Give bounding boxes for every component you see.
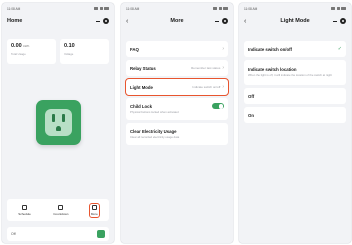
menu-item-clear-usage[interactable]: Clear Electricity Usage Clear all record… (126, 123, 228, 145)
plug-icon (45, 109, 72, 136)
timer-icon (58, 204, 64, 210)
chevron-right-icon: › (222, 64, 224, 71)
wifi-icon (336, 7, 340, 10)
option-off[interactable]: Off (244, 88, 346, 104)
stat-card-usage: 0.00 kWh Total Usage (7, 39, 56, 64)
signal-icon (331, 7, 335, 10)
menu-description: Clear all recorded electricity usage dat… (130, 134, 180, 139)
power-row[interactable]: Off (7, 227, 109, 241)
light-mode-options: Indicate switch on/off ✓ Indicate switch… (244, 41, 346, 126)
option-label: Off (248, 93, 255, 99)
stat-caption: Voltage (64, 52, 74, 56)
check-icon: ✓ (337, 45, 342, 52)
power-label: Off (11, 232, 16, 236)
menu-item-light-mode[interactable]: Light Mode Indicate switch on/off › (125, 78, 229, 96)
action-bar: Schedule Countdown More (7, 199, 109, 221)
page-title: Light Mode (280, 18, 310, 24)
option-indicate-location[interactable]: Indicate switch location When the light … (244, 60, 346, 85)
minus-icon[interactable] (333, 20, 337, 22)
menu-label: Relay Status (130, 65, 156, 71)
settings-list: FAQ › Relay Status Remember last status ›… (125, 41, 229, 148)
option-indicate-on-off[interactable]: Indicate switch on/off ✓ (244, 41, 346, 57)
stat-caption: Total Usage (11, 52, 26, 56)
gear-icon[interactable] (222, 18, 228, 24)
signal-icon (213, 7, 217, 10)
countdown-button[interactable]: Countdown (53, 204, 69, 216)
menu-item-relay-status[interactable]: Relay Status Remember last status › (126, 60, 228, 76)
menu-description: Physical buttons locked when activated (130, 110, 179, 115)
page-title: More (170, 18, 184, 24)
more-icon (91, 204, 97, 210)
menu-value: Remember last status (191, 66, 221, 70)
stat-value: 0.10 (64, 43, 75, 49)
minus-icon[interactable] (96, 20, 100, 22)
status-time: 11:08 AM (126, 6, 140, 11)
menu-label: Light Mode (130, 84, 153, 90)
option-description: When the light is off, it will indicate … (248, 73, 332, 78)
status-bar: 11:08 AM (244, 5, 346, 12)
action-label: Schedule (18, 211, 31, 216)
more-button[interactable]: More (88, 202, 100, 218)
plug-power-button[interactable] (36, 100, 81, 145)
status-time: 11:08 AM (244, 6, 258, 11)
battery-icon (104, 7, 109, 10)
child-lock-toggle[interactable] (212, 103, 224, 110)
minus-icon[interactable] (215, 20, 219, 22)
schedule-button[interactable]: Schedule (18, 204, 31, 216)
menu-item-faq[interactable]: FAQ › (126, 41, 228, 57)
wifi-icon (99, 7, 103, 10)
gear-icon[interactable] (103, 18, 109, 24)
option-on[interactable]: On (244, 107, 346, 123)
status-bar: 11:08 AM (126, 5, 228, 12)
menu-label: Child Lock (130, 103, 152, 109)
gear-icon[interactable] (340, 18, 346, 24)
menu-value: Indicate switch on/off (192, 85, 221, 89)
page-title: Home (7, 18, 23, 24)
status-icons (94, 7, 109, 10)
stat-card-voltage: 0.10 Voltage (60, 39, 109, 64)
home-screen: 11:08 AM Home 0.00 kWh Total Usage 0.10 … (2, 3, 114, 243)
battery-icon (341, 7, 346, 10)
light-mode-header: ‹ Light Mode (244, 14, 346, 28)
status-bar: 11:08 AM (7, 5, 109, 12)
light-mode-screen: 11:08 AM ‹ Light Mode Indicate switch on… (239, 3, 351, 243)
wifi-icon (218, 7, 222, 10)
chevron-right-icon: › (222, 83, 224, 90)
back-icon[interactable]: ‹ (244, 18, 252, 25)
clock-icon (21, 204, 27, 210)
home-header: Home (7, 14, 109, 28)
more-header: ‹ More (126, 14, 228, 28)
back-icon[interactable]: ‹ (126, 18, 134, 25)
stats-row: 0.00 kWh Total Usage 0.10 Voltage (7, 39, 109, 64)
option-label: Indicate switch on/off (248, 46, 292, 52)
signal-icon (94, 7, 98, 10)
menu-label: Clear Electricity Usage (130, 128, 177, 134)
option-label: Indicate switch location (248, 67, 297, 73)
battery-icon (223, 7, 228, 10)
menu-label: FAQ (130, 46, 139, 52)
more-screen: 11:08 AM ‹ More FAQ › Relay Status Remem… (121, 3, 233, 243)
option-label: On (248, 112, 254, 118)
action-label: Countdown (53, 211, 69, 216)
status-time: 11:08 AM (7, 6, 21, 11)
stat-unit: kWh (23, 44, 30, 48)
action-label: More (90, 211, 98, 216)
chevron-right-icon: › (222, 45, 224, 52)
power-icon[interactable] (97, 230, 105, 238)
menu-item-child-lock: Child Lock Physical buttons locked when … (126, 98, 228, 120)
stat-value: 0.00 (11, 43, 22, 49)
